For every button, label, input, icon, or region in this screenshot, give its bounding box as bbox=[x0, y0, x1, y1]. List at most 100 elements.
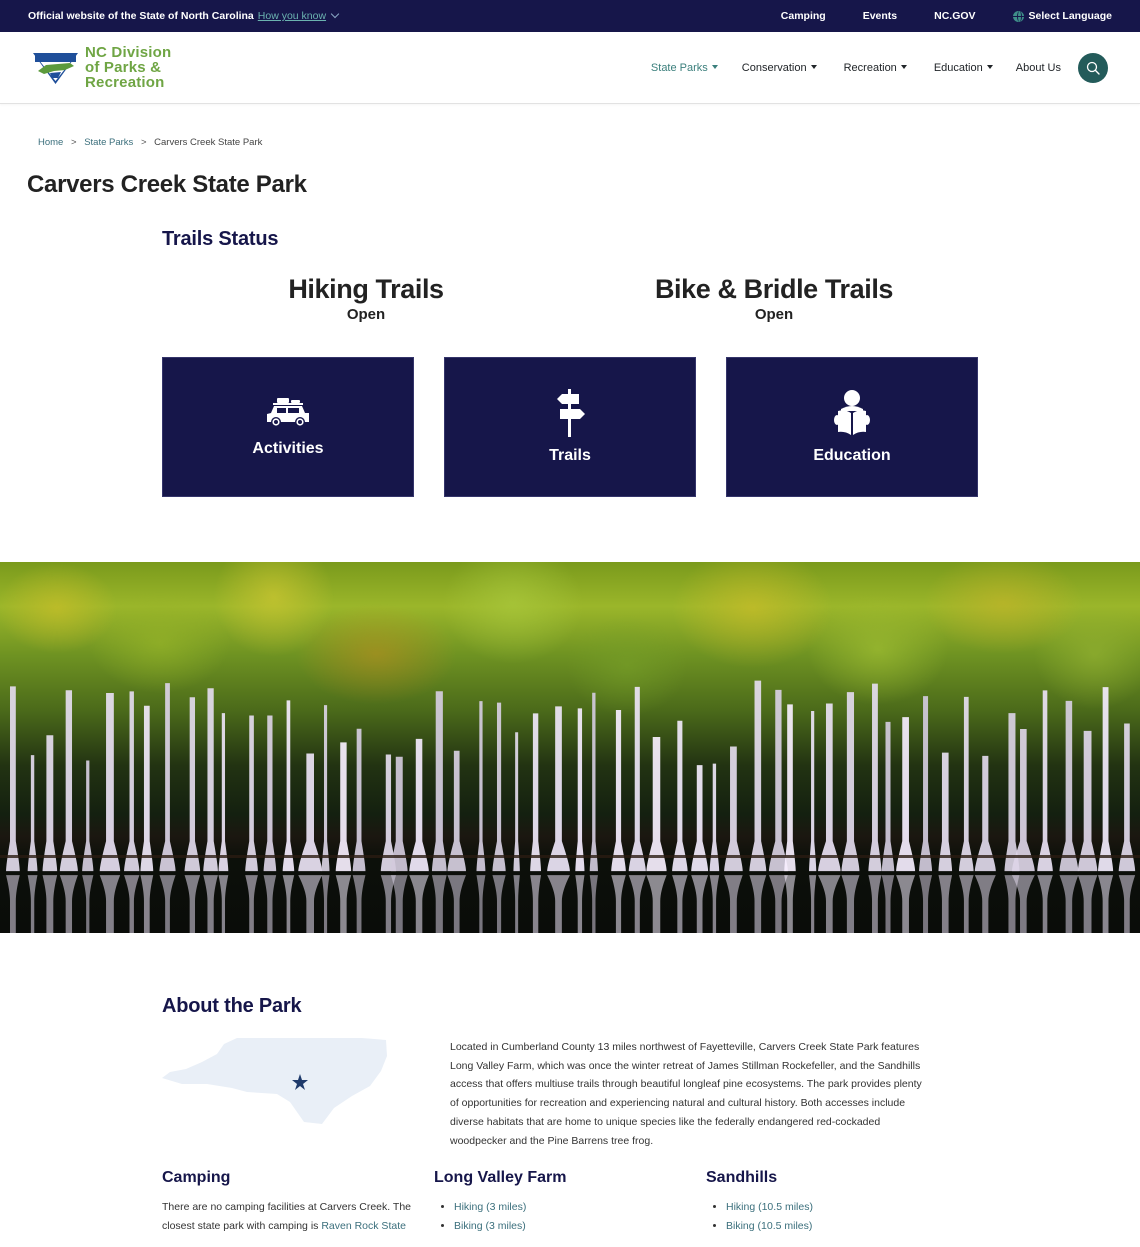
list-item: Biking (10.5 miles) bbox=[726, 1217, 978, 1236]
trail-status-hiking: Hiking Trails Open bbox=[162, 274, 570, 323]
tree-trunk bbox=[646, 736, 667, 871]
tree-reflection bbox=[809, 874, 817, 933]
tree-trunk bbox=[958, 696, 974, 871]
tree-trunk bbox=[1118, 723, 1136, 871]
official-banner: Official website of the State of North C… bbox=[0, 0, 1140, 32]
tree-reflection bbox=[691, 874, 709, 933]
tree-reflection bbox=[784, 874, 796, 933]
tree-trunk bbox=[1004, 712, 1020, 871]
main-nav: State Parks Conservation Recreation Educ… bbox=[651, 52, 1108, 83]
nav-conservation[interactable]: Conservation bbox=[742, 62, 817, 74]
official-text: Official website of the State of North C… bbox=[28, 10, 254, 22]
tree-reflection bbox=[768, 874, 788, 933]
breadcrumb-current: Carvers Creek State Park bbox=[154, 137, 263, 148]
tree-reflection bbox=[974, 874, 996, 933]
quick-link-tiles: Activities Trails Education bbox=[162, 357, 978, 497]
tree-reflection bbox=[6, 874, 20, 933]
page-title: Carvers Creek State Park bbox=[27, 171, 307, 198]
tree-trunk bbox=[124, 691, 140, 871]
tree-reflection bbox=[390, 874, 408, 933]
site-logo[interactable]: NC Division of Parks & Recreation bbox=[32, 45, 171, 90]
signpost-icon bbox=[557, 389, 585, 437]
ncgov-link[interactable]: NC.GOV bbox=[934, 10, 975, 22]
camping-title: Camping bbox=[162, 1169, 231, 1187]
reader-icon bbox=[834, 390, 870, 435]
tree-reflection bbox=[282, 874, 295, 933]
breadcrumb-state-parks[interactable]: State Parks bbox=[84, 137, 133, 148]
long-valley-farm-column: Long Valley Farm Hiking (3 miles) Biking… bbox=[434, 1169, 706, 1236]
tree-reflection bbox=[140, 874, 154, 933]
logo-wordmark: NC Division of Parks & Recreation bbox=[85, 45, 171, 90]
tree-reflection bbox=[352, 874, 366, 933]
education-tile[interactable]: Education bbox=[726, 357, 978, 497]
tree-trunk bbox=[868, 683, 882, 871]
caret-down-icon bbox=[711, 64, 718, 69]
tree-trunk bbox=[203, 688, 218, 871]
tree-trunk bbox=[589, 692, 598, 871]
biking-link[interactable]: Biking (10.5 miles) bbox=[726, 1220, 812, 1232]
tree-trunk bbox=[672, 720, 688, 871]
select-language-button[interactable]: Select Language bbox=[1012, 10, 1112, 22]
tree-reflection bbox=[159, 874, 176, 933]
tree-reflection bbox=[958, 874, 974, 933]
about-section: About the Park Located in Cumberland Cou… bbox=[162, 995, 978, 1236]
tree-reflection bbox=[709, 874, 720, 933]
about-text: Located in Cumberland County 13 miles no… bbox=[450, 1041, 922, 1147]
tree-reflection bbox=[42, 874, 58, 933]
events-link[interactable]: Events bbox=[863, 10, 897, 22]
tile-label: Trails bbox=[549, 447, 591, 464]
caret-down-icon bbox=[900, 64, 907, 69]
tree-trunk bbox=[1098, 687, 1114, 871]
tree-trunk bbox=[390, 756, 408, 871]
tree-reflection bbox=[1118, 874, 1136, 933]
breadcrumb-home[interactable]: Home bbox=[38, 137, 63, 148]
camping-link[interactable]: Camping bbox=[781, 10, 826, 22]
search-button[interactable] bbox=[1078, 52, 1108, 83]
tree-reflection bbox=[476, 874, 486, 933]
hero-trunks bbox=[6, 680, 1136, 933]
how-you-know-link[interactable]: How you know bbox=[257, 9, 340, 22]
trail-name: Bike & Bridle Trails bbox=[654, 274, 894, 304]
trail-status: Open bbox=[754, 306, 794, 323]
tree-trunk bbox=[282, 700, 295, 871]
tree-reflection bbox=[263, 874, 277, 933]
tree-trunk bbox=[818, 703, 841, 871]
activities-tile[interactable]: Activities bbox=[162, 357, 414, 497]
tree-trunk bbox=[218, 712, 229, 871]
nav-state-parks[interactable]: State Parks bbox=[651, 62, 718, 74]
hiking-link[interactable]: Hiking (3 miles) bbox=[454, 1201, 526, 1213]
trails-tile[interactable]: Trails bbox=[444, 357, 696, 497]
tree-trunk bbox=[6, 686, 20, 871]
tree-reflection bbox=[938, 874, 953, 933]
nav-about-us[interactable]: About Us bbox=[1016, 62, 1061, 74]
tree-reflection bbox=[409, 874, 429, 933]
tree-trunk bbox=[409, 738, 429, 871]
list-item: Hiking (3 miles) bbox=[454, 1198, 706, 1217]
tree-trunk bbox=[919, 695, 933, 871]
tree-trunk bbox=[611, 709, 626, 871]
hiking-link[interactable]: Hiking (10.5 miles) bbox=[726, 1201, 813, 1213]
raven-rock-link[interactable]: Raven Rock State bbox=[321, 1220, 406, 1232]
tree-trunk bbox=[784, 704, 796, 871]
logo-line: of Parks & bbox=[85, 59, 162, 76]
utility-links: Camping Events NC.GOV Select Language bbox=[744, 10, 1112, 22]
nav-education[interactable]: Education bbox=[934, 62, 993, 74]
long-valley-farm-list: Hiking (3 miles) Biking (3 miles) bbox=[454, 1198, 706, 1236]
tree-trunk bbox=[628, 686, 646, 871]
tree-reflection bbox=[530, 874, 542, 933]
about-row: Located in Cumberland County 13 miles no… bbox=[162, 1036, 978, 1150]
how-you-know-label: How you know bbox=[257, 10, 327, 22]
tree-reflection bbox=[919, 874, 933, 933]
tree-trunk bbox=[184, 697, 201, 871]
biking-link[interactable]: Biking (3 miles) bbox=[454, 1220, 526, 1232]
tree-trunk bbox=[749, 680, 767, 871]
tile-label: Activities bbox=[252, 440, 324, 457]
caret-down-icon bbox=[810, 64, 817, 69]
list-item: Biking (3 miles) bbox=[454, 1217, 706, 1236]
camping-column: Camping There are no camping facilities … bbox=[162, 1169, 434, 1236]
tree-trunk bbox=[1037, 690, 1053, 871]
nav-recreation[interactable]: Recreation bbox=[844, 62, 907, 74]
tree-reflection bbox=[841, 874, 860, 933]
trails-status-title: Trails Status bbox=[162, 228, 279, 250]
tree-reflection bbox=[611, 874, 626, 933]
